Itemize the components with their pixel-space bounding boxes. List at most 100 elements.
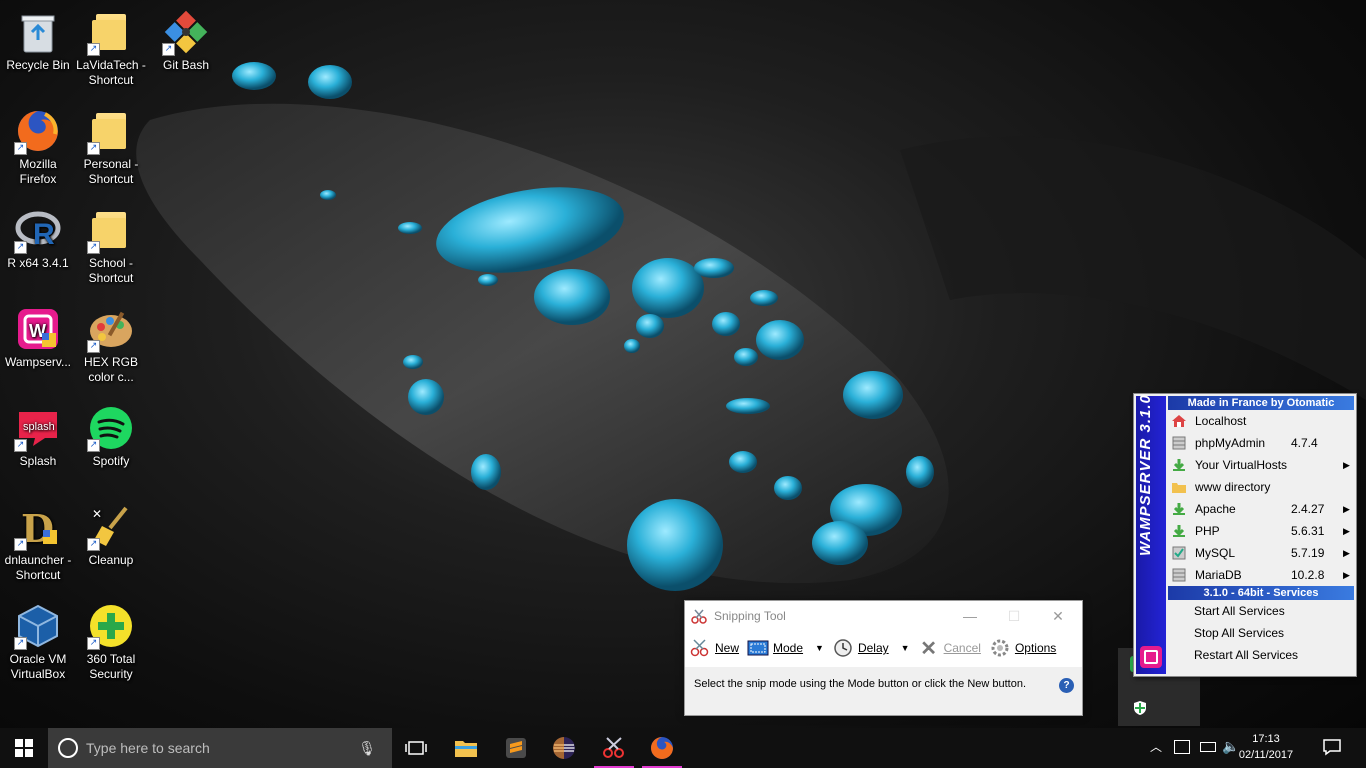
wamp-item-phpmyadmin[interactable]: phpMyAdmin 4.7.4 xyxy=(1168,432,1354,454)
database-icon xyxy=(1171,435,1189,451)
system-clock[interactable]: 17:13 02/11/2017 xyxy=(1236,731,1296,763)
window-title: Snipping Tool xyxy=(714,609,786,623)
wamp-item-mysql[interactable]: MySQL 5.7.19 ▶ xyxy=(1168,542,1354,564)
wamp-item-www-directory[interactable]: www directory xyxy=(1168,476,1354,498)
snipping-tool-titlebar[interactable]: Snipping Tool — ☐ ✕ xyxy=(685,601,1082,631)
hex-rgb-shortcut[interactable]: ↗ HEX RGB color c... xyxy=(73,305,149,385)
wamp-item-version: 10.2.8 xyxy=(1291,568,1325,582)
restart-all-services-item[interactable]: Restart All Services xyxy=(1194,644,1298,666)
desktop-icon-label: Splash xyxy=(19,454,57,468)
spotify-shortcut[interactable]: ↗ Spotify xyxy=(73,404,149,469)
options-button[interactable]: Options xyxy=(989,638,1056,658)
close-button[interactable]: ✕ xyxy=(1035,605,1081,629)
dnlauncher-icon: D ↗ xyxy=(14,503,62,551)
cleanup-shortcut[interactable]: ✕ ↗ Cleanup xyxy=(73,503,149,568)
splash-icon: splash ↗ xyxy=(14,404,62,452)
r-shortcut[interactable]: R ↗ R x64 3.4.1 xyxy=(0,206,76,271)
folder-icon: ↗ xyxy=(87,8,135,56)
shortcut-arrow-icon: ↗ xyxy=(87,538,100,551)
windows-logo-icon xyxy=(15,739,33,757)
wampserver-icon: W xyxy=(14,305,62,353)
wampserver-sidebar: WAMPSERVER 3.1.0 xyxy=(1136,394,1166,674)
database-icon xyxy=(1171,567,1189,583)
shortcut-arrow-icon: ↗ xyxy=(14,241,27,254)
school-shortcut[interactable]: ↗ School - Shortcut xyxy=(73,206,149,286)
shortcut-arrow-icon: ↗ xyxy=(87,142,100,155)
taskbar-snipping-tool[interactable] xyxy=(590,728,638,768)
360-total-security-shortcut[interactable]: ↗ 360 Total Security xyxy=(73,602,149,682)
wampserver-shortcut[interactable]: W Wampserv... xyxy=(0,305,76,370)
submenu-arrow-icon: ▶ xyxy=(1343,547,1350,558)
wamp-item-label: Localhost xyxy=(1195,414,1247,428)
task-view-button[interactable] xyxy=(392,728,440,768)
svg-text:R: R xyxy=(33,218,55,250)
personal-shortcut[interactable]: ↗ Personal - Shortcut xyxy=(73,107,149,187)
start-all-services-item[interactable]: Start All Services xyxy=(1194,600,1285,622)
help-icon[interactable]: ? xyxy=(1059,678,1074,693)
shield-icon[interactable] xyxy=(1132,700,1148,716)
firefox-shortcut[interactable]: ↗ Mozilla Firefox xyxy=(0,107,76,187)
lavidatech-shortcut[interactable]: ↗ LaVidaTech - Shortcut xyxy=(73,8,149,88)
broom-icon: ✕ ↗ xyxy=(87,503,135,551)
search-input[interactable]: Type here to search xyxy=(86,740,358,756)
taskbar-firefox[interactable] xyxy=(638,728,686,768)
snipping-tool-toolbar: New Mode ▼ Delay ▼ ✕ Cancel Options xyxy=(685,631,1082,665)
wamp-item-version: 5.7.19 xyxy=(1291,546,1325,560)
show-hidden-icons-chevron-icon[interactable]: ︿ xyxy=(1150,738,1162,755)
cancel-button[interactable]: ✕ Cancel xyxy=(918,638,981,660)
eclipse-icon xyxy=(553,737,575,759)
new-snip-button[interactable]: New xyxy=(689,638,739,658)
git-bash-shortcut[interactable]: ↗ Git Bash xyxy=(148,8,224,73)
dropdown-arrow-icon[interactable]: ▼ xyxy=(901,643,910,653)
folder-icon: ↗ xyxy=(87,107,135,155)
wamp-item-apache[interactable]: Apache 2.4.27 ▶ xyxy=(1168,498,1354,520)
recycle-bin-shortcut[interactable]: Recycle Bin xyxy=(0,8,76,73)
virtualbox-shortcut[interactable]: ↗ Oracle VM VirtualBox xyxy=(0,602,76,682)
wamp-item-localhost[interactable]: Localhost xyxy=(1168,410,1354,432)
start-button[interactable] xyxy=(0,728,48,768)
delay-label: Delay xyxy=(857,641,889,655)
wamp-item-label: MariaDB xyxy=(1195,568,1242,582)
submenu-arrow-icon: ▶ xyxy=(1343,525,1350,536)
microphone-icon[interactable]: 🎙 xyxy=(358,740,376,757)
shortcut-arrow-icon: ↗ xyxy=(14,439,27,452)
folder-icon xyxy=(1171,479,1189,495)
battery-icon[interactable] xyxy=(1200,742,1216,752)
wamp-item-mariadb[interactable]: MariaDB 10.2.8 ▶ xyxy=(1168,564,1354,586)
clock-icon xyxy=(832,638,854,658)
taskbar-eclipse[interactable] xyxy=(540,728,588,768)
submenu-arrow-icon: ▶ xyxy=(1343,569,1350,580)
search-box[interactable]: Type here to search 🎙 xyxy=(48,728,392,768)
maximize-button[interactable]: ☐ xyxy=(991,605,1037,629)
home-icon xyxy=(1171,413,1189,429)
network-icon[interactable] xyxy=(1174,740,1190,754)
download-arrow-icon xyxy=(1171,501,1189,517)
shortcut-arrow-icon: ↗ xyxy=(162,43,175,56)
wamp-item-version: 4.7.4 xyxy=(1291,436,1318,450)
dnlauncher-shortcut[interactable]: D ↗ dnlauncher - Shortcut xyxy=(0,503,76,583)
taskbar-sublime-text[interactable] xyxy=(492,728,540,768)
splash-shortcut[interactable]: splash ↗ Splash xyxy=(0,404,76,469)
dropdown-arrow-icon[interactable]: ▼ xyxy=(815,643,824,653)
instruction-text: Select the snip mode using the Mode butt… xyxy=(694,678,1027,690)
options-label: Options xyxy=(1014,641,1057,655)
download-arrow-icon xyxy=(1171,457,1189,473)
action-center-icon[interactable] xyxy=(1322,738,1342,756)
wamp-item-virtualhosts[interactable]: Your VirtualHosts ▶ xyxy=(1168,454,1354,476)
stop-all-services-item[interactable]: Stop All Services xyxy=(1194,622,1284,644)
sublime-text-icon xyxy=(506,738,526,758)
firefox-icon xyxy=(651,737,673,759)
minimize-button[interactable]: — xyxy=(947,605,993,629)
download-arrow-icon xyxy=(1171,523,1189,539)
shortcut-arrow-icon: ↗ xyxy=(87,43,100,56)
git-bash-icon: ↗ xyxy=(162,8,210,56)
delay-button[interactable]: Delay ▼ xyxy=(832,638,910,658)
wamp-item-php[interactable]: PHP 5.6.31 ▶ xyxy=(1168,520,1354,542)
submenu-arrow-icon: ▶ xyxy=(1343,503,1350,514)
taskbar: Type here to search 🎙 ︿ 🔈 17:13 02/11/20… xyxy=(0,728,1366,768)
mode-button[interactable]: Mode ▼ xyxy=(747,638,824,658)
shortcut-arrow-icon: ↗ xyxy=(87,637,100,650)
desktop-icon-label: Spotify xyxy=(92,454,130,468)
mode-label: Mode xyxy=(773,641,804,655)
taskbar-file-explorer[interactable] xyxy=(442,728,490,768)
